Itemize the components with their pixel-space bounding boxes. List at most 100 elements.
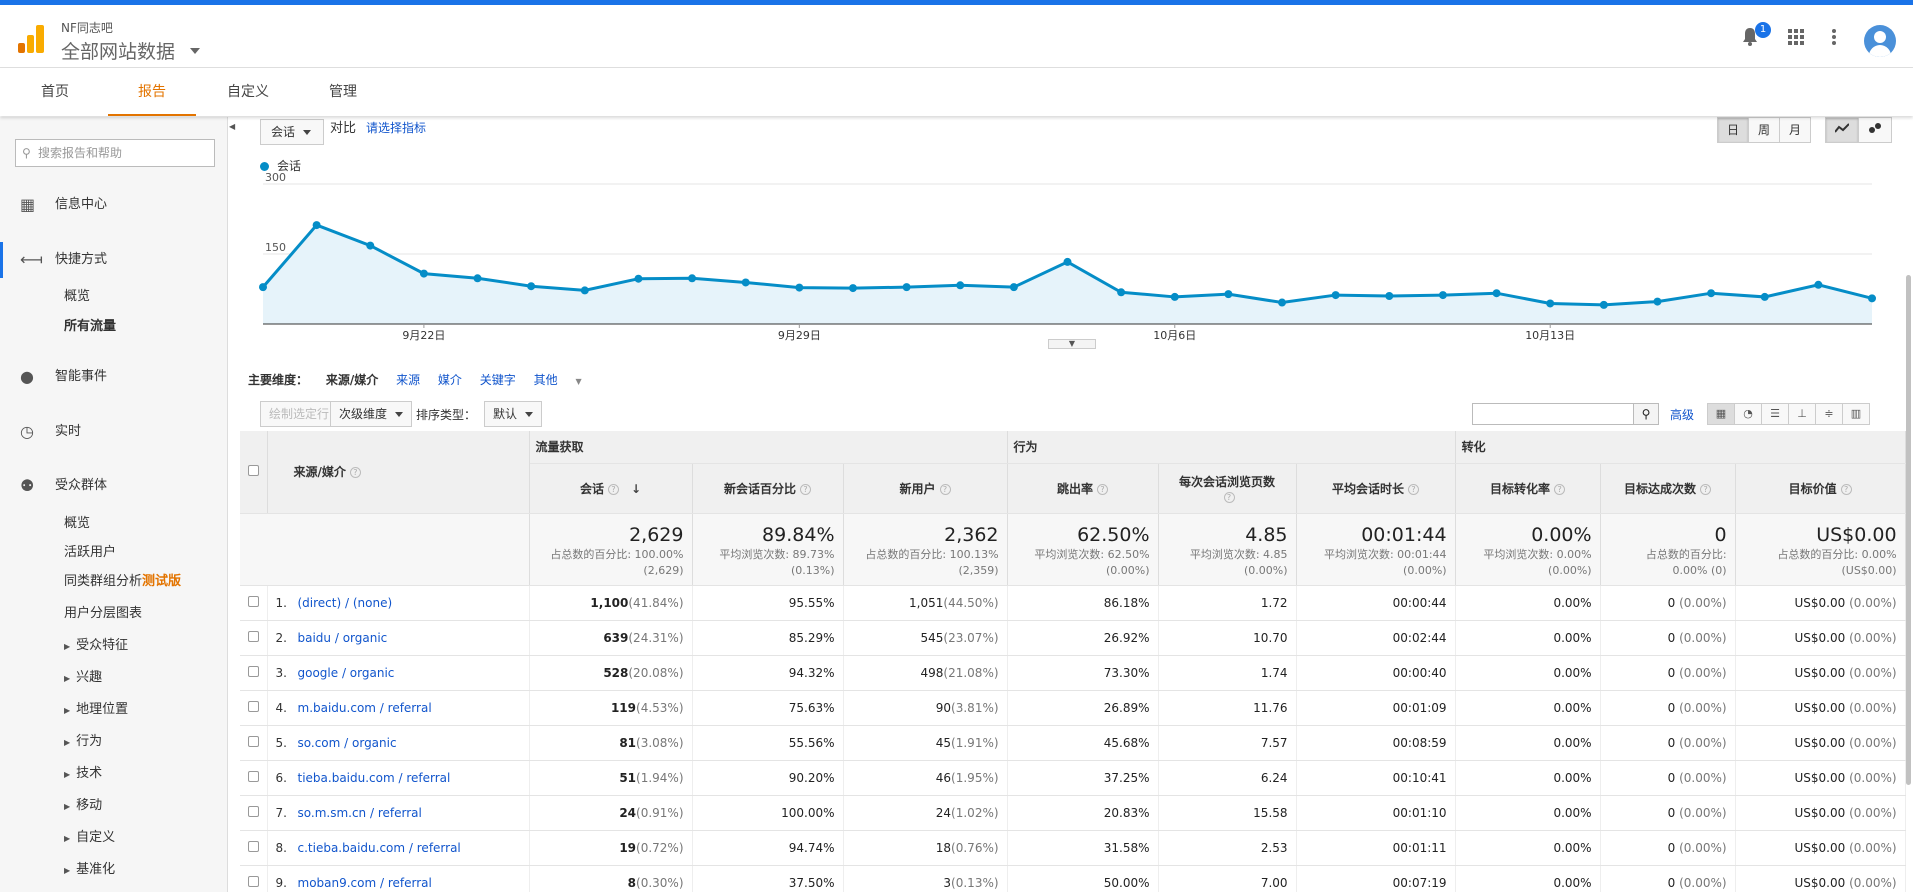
sidebar-sub-overview[interactable]: 概览: [64, 287, 90, 307]
help-icon[interactable]: ?: [1097, 483, 1109, 495]
col-goal-value[interactable]: 目标价值?: [1735, 463, 1906, 514]
data-point[interactable]: [1760, 292, 1769, 301]
pie-view-icon[interactable]: ◔: [1734, 403, 1762, 425]
user-avatar[interactable]: [1864, 25, 1896, 57]
data-point[interactable]: [1009, 283, 1018, 292]
data-point[interactable]: [419, 269, 428, 278]
analytics-logo-icon[interactable]: [18, 25, 44, 53]
tab-reports[interactable]: 报告: [108, 68, 196, 116]
row-source-link[interactable]: (direct) / (none): [298, 596, 393, 610]
help-icon[interactable]: ?: [1840, 483, 1852, 495]
table-view-icon[interactable]: ▦: [1707, 403, 1735, 425]
sidebar-sub-interests[interactable]: ▶ 兴趣: [64, 668, 102, 688]
line-chart-icon[interactable]: [1825, 117, 1859, 143]
secondary-dimension-select[interactable]: 次级维度: [330, 401, 413, 427]
row-checkbox[interactable]: [247, 770, 259, 782]
data-point[interactable]: [1117, 288, 1126, 297]
sessions-line-chart[interactable]: 150 300 9月22日 9月29日 10月6日 10月13日: [255, 172, 1905, 347]
data-point[interactable]: [1492, 289, 1501, 298]
collapse-sidebar-icon[interactable]: ◀: [229, 122, 239, 136]
row-source-link[interactable]: baidu / organic: [298, 631, 388, 645]
data-point[interactable]: [1546, 299, 1555, 308]
dimension-keyword[interactable]: 关键字: [480, 373, 516, 387]
data-point[interactable]: [741, 278, 750, 287]
sidebar-sub-behavior[interactable]: ▶ 行为: [64, 732, 102, 752]
row-checkbox[interactable]: [247, 840, 259, 852]
data-point[interactable]: [366, 241, 375, 250]
comparison-view-icon[interactable]: ⊥: [1788, 403, 1816, 425]
table-row[interactable]: 6. tieba.baidu.com / referral 51(1.94%) 90.…: [240, 760, 1906, 796]
table-row[interactable]: 7. so.m.sm.cn / referral 24(0.91%) 100.00% 2…: [240, 795, 1906, 831]
row-source-link[interactable]: m.baidu.com / referral: [298, 701, 432, 715]
help-icon[interactable]: ?: [1408, 483, 1420, 495]
data-point[interactable]: [1599, 300, 1608, 309]
dimension-source-medium[interactable]: 来源/媒介: [326, 373, 378, 387]
sort-type-select[interactable]: 默认: [484, 401, 543, 427]
data-point[interactable]: [1170, 292, 1179, 301]
help-icon[interactable]: ?: [349, 467, 361, 479]
data-point[interactable]: [1814, 280, 1823, 289]
row-source-link[interactable]: so.com / organic: [298, 736, 397, 750]
table-row[interactable]: 1. (direct) / (none) 1,100(41.84%) 95.55% 1,…: [240, 585, 1906, 621]
row-checkbox[interactable]: [247, 630, 259, 642]
data-point[interactable]: [1278, 298, 1287, 307]
data-point[interactable]: [580, 286, 589, 295]
col-source-medium[interactable]: 来源/媒介?: [267, 431, 530, 514]
row-checkbox[interactable]: [247, 735, 259, 747]
apps-grid-icon[interactable]: [1788, 29, 1804, 45]
sidebar-sub-mobile[interactable]: ▶ 移动: [64, 796, 102, 816]
metric-select[interactable]: 会话: [260, 119, 324, 145]
pivot-view-icon[interactable]: ▥: [1842, 403, 1870, 425]
row-checkbox[interactable]: [247, 700, 259, 712]
tab-home[interactable]: 首页: [30, 68, 80, 116]
col-pages-per-session[interactable]: 每次会话浏览页数?: [1158, 463, 1297, 514]
row-source-link[interactable]: google / organic: [298, 666, 395, 680]
row-checkbox[interactable]: [247, 665, 259, 677]
help-icon[interactable]: ?: [939, 483, 951, 495]
period-month-button[interactable]: 月: [1779, 117, 1812, 143]
sidebar-sub-active-users[interactable]: 活跃用户: [64, 543, 116, 563]
sidebar-sub-benchmarking[interactable]: ▶ 基准化: [64, 860, 115, 880]
data-point[interactable]: [848, 284, 857, 293]
row-source-link[interactable]: tieba.baidu.com / referral: [298, 771, 451, 785]
sort-desc-icon[interactable]: ↓: [631, 482, 641, 496]
table-row[interactable]: 5. so.com / organic 81(3.08%) 55.56% 45(1.91…: [240, 725, 1906, 761]
tab-admin[interactable]: 管理: [318, 68, 368, 116]
property-caret-icon[interactable]: [190, 48, 200, 54]
col-goal-completions[interactable]: 目标达成次数?: [1600, 463, 1736, 514]
help-icon[interactable]: ?: [1700, 483, 1712, 495]
property-selector[interactable]: 全部网站数据: [61, 37, 175, 64]
select-all-checkbox[interactable]: [247, 464, 259, 476]
more-vert-icon[interactable]: [1832, 29, 1836, 45]
help-icon[interactable]: ?: [800, 483, 811, 495]
page-scrollbar[interactable]: [1906, 275, 1911, 785]
data-point[interactable]: [1707, 289, 1716, 298]
chart-resize-handle[interactable]: ▼: [1048, 339, 1096, 349]
table-row[interactable]: 4. m.baidu.com / referral 119(4.53%) 75.63%…: [240, 690, 1906, 726]
sidebar-sub-all-traffic[interactable]: 所有流量: [64, 317, 116, 337]
sidebar-sub-demographics[interactable]: ▶ 受众特征: [64, 636, 128, 656]
sidebar-item-realtime[interactable]: ◷ 实时: [0, 420, 228, 444]
plot-rows-button[interactable]: 绘制选定行: [260, 401, 339, 427]
data-point[interactable]: [1224, 290, 1233, 299]
dimension-medium[interactable]: 媒介: [438, 373, 462, 387]
term-cloud-icon[interactable]: ≑: [1815, 403, 1843, 425]
help-icon[interactable]: ?: [1554, 483, 1566, 495]
account-name[interactable]: NF同志吧: [61, 19, 113, 36]
table-row[interactable]: 3. google / organic 528(20.08%) 94.32% 498(2…: [240, 655, 1906, 691]
period-week-button[interactable]: 周: [1748, 117, 1781, 143]
data-point[interactable]: [688, 274, 697, 283]
col-sessions[interactable]: 会话? ↓: [529, 463, 693, 514]
search-icon[interactable]: ⚲: [1633, 403, 1659, 425]
row-checkbox[interactable]: [247, 805, 259, 817]
row-checkbox[interactable]: [247, 595, 259, 607]
data-point[interactable]: [1438, 291, 1447, 300]
report-search-input[interactable]: ⚲ 搜索报告和帮助: [15, 139, 215, 167]
col-new-users[interactable]: 新用户?: [843, 463, 1008, 514]
data-point[interactable]: [956, 281, 965, 290]
row-source-link[interactable]: c.tieba.baidu.com / referral: [298, 841, 461, 855]
data-point[interactable]: [312, 221, 321, 230]
help-icon[interactable]: ?: [607, 483, 619, 495]
sidebar-sub-custom[interactable]: ▶ 自定义: [64, 828, 115, 848]
data-point[interactable]: [902, 283, 911, 292]
